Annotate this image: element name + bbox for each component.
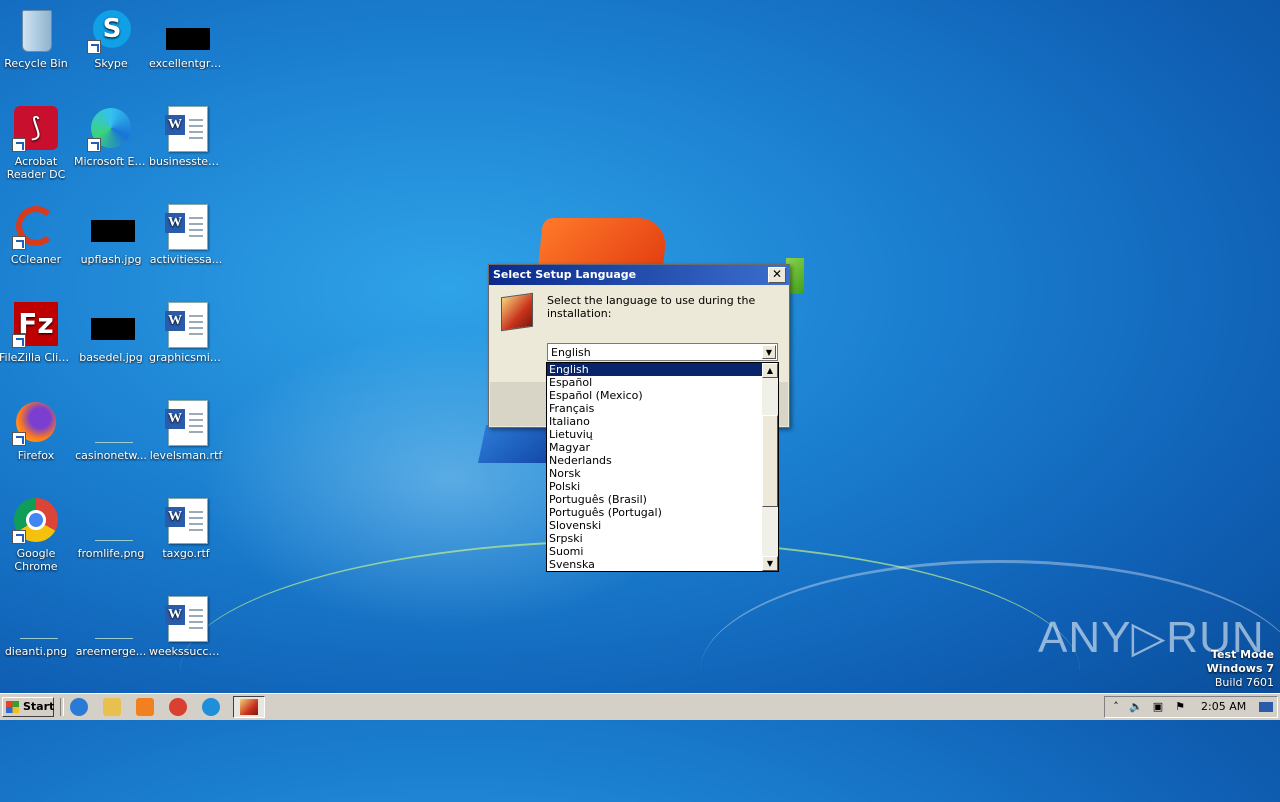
show-desktop-icon[interactable] [1259,702,1273,712]
build-line: Build 7601 [1214,676,1274,689]
taskbar-separator [60,698,64,716]
dropdown-scrollbar[interactable]: ▲ ▼ [762,363,778,571]
setup-icon [501,292,533,332]
desktop-icon-excellentgra[interactable]: excellentgra... [148,2,224,70]
language-option[interactable]: Srpski [547,532,763,545]
explorer-folder-icon[interactable] [103,698,121,716]
action-center-flag-icon[interactable]: ⚑ [1173,700,1187,714]
language-option[interactable]: Español (Mexico) [547,389,763,402]
scroll-up-button[interactable]: ▲ [762,363,778,378]
setup-icon [240,699,258,715]
test-mode-watermark: Test Mode Windows 7 Build 7601 [1207,648,1274,690]
windows-version-line: Windows 7 [1206,662,1274,675]
media-player-icon[interactable] [136,698,154,716]
test-mode-line: Test Mode [1211,648,1274,661]
image-file-icon [87,594,135,642]
recycle-bin-icon [12,6,60,54]
chevron-down-icon[interactable]: ▼ [762,345,776,359]
clock[interactable]: 2:05 AM [1201,700,1246,714]
desktop-icon-taxgo[interactable]: W taxgo.rtf [148,492,224,560]
show-hidden-icons-icon[interactable]: ˄ [1109,700,1123,714]
desktop-icon-graphicsmik[interactable]: W graphicsmik... [148,296,224,364]
image-file-icon [162,6,210,54]
language-option[interactable]: Suomi [547,545,763,558]
close-button[interactable]: ✕ [768,267,786,283]
taskbar: Start ˄ 🔈 ▣ ⚑ 2:05 AM [0,693,1280,720]
desktop-icon-basedel[interactable]: basedel.jpg [73,296,149,364]
word-document-icon: W [162,398,210,446]
dialog-title: Select Setup Language [493,268,637,281]
image-file-icon [87,202,135,250]
internet-explorer-icon[interactable] [70,698,88,716]
language-option[interactable]: Français [547,402,763,415]
wallpaper-curve-2 [700,560,1280,783]
desktop-icon-ccleaner[interactable]: CCleaner [0,198,74,266]
edge-icon[interactable] [202,698,220,716]
windows-logo-blue [477,425,557,463]
desktop-icon-filezilla[interactable]: Fz FileZilla Client [0,296,74,364]
language-option[interactable]: Lietuvių [547,428,763,441]
taskbar-setup-button[interactable] [233,696,265,718]
language-select[interactable]: English ▼ [547,343,778,361]
windows-flag-icon [6,701,19,713]
volume-icon[interactable]: 🔈 [1129,700,1143,714]
language-option[interactable]: Svenska [547,558,763,571]
desktop-icon-skype[interactable]: S Skype [73,2,149,70]
start-label: Start [23,700,55,713]
desktop-icon-dieanti[interactable]: dieanti.png [0,590,74,658]
desktop-icon-acrobat[interactable]: ⟆ Acrobat Reader DC [0,100,74,181]
chrome-icon[interactable] [169,698,187,716]
filezilla-icon: Fz [12,300,60,348]
desktop-icon-areemerge[interactable]: areemerge... [73,590,149,658]
language-option[interactable]: Polski [547,480,763,493]
image-file-icon [12,594,60,642]
dialog-titlebar[interactable]: Select Setup Language ✕ [489,265,789,285]
dialog-prompt: Select the language to use during the in… [547,294,756,320]
word-document-icon: W [162,202,210,250]
language-option[interactable]: Português (Brasil) [547,493,763,506]
skype-icon: S [87,6,135,54]
desktop-icon-businesstes[interactable]: W businesstes... [148,100,224,168]
image-file-icon [87,300,135,348]
word-document-icon: W [162,300,210,348]
language-dropdown-list[interactable]: English Español Español (Mexico) Français It… [546,362,779,572]
desktop-icon-levelsman[interactable]: W levelsman.rtf [148,394,224,462]
desktop-icon-fromlife[interactable]: fromlife.png [73,492,149,560]
network-icon[interactable]: ▣ [1151,700,1165,714]
language-option[interactable]: Magyar [547,441,763,454]
desktop-icon-upflash[interactable]: upflash.jpg [73,198,149,266]
word-document-icon: W [162,496,210,544]
firefox-icon [12,398,60,446]
desktop-icon-weekssucce[interactable]: W weekssucce... [148,590,224,658]
scroll-down-button[interactable]: ▼ [762,556,778,571]
image-file-icon [87,398,135,446]
language-option[interactable]: Español [547,376,763,389]
language-option[interactable]: Português (Portugal) [547,506,763,519]
ccleaner-icon [12,202,60,250]
desktop-icon-edge[interactable]: Microsoft Edge [73,100,149,168]
language-option[interactable]: Italiano [547,415,763,428]
desktop-icon-casinonetw[interactable]: casinonetw... [73,394,149,462]
desktop-icon-recycle-bin[interactable]: Recycle Bin [0,2,74,70]
image-file-icon [87,496,135,544]
edge-icon [87,104,135,152]
acrobat-icon: ⟆ [12,104,60,152]
desktop-icon-firefox[interactable]: Firefox [0,394,74,462]
language-option[interactable]: Nederlands [547,454,763,467]
desktop-icon-chrome[interactable]: Google Chrome [0,492,74,573]
language-option[interactable]: English [547,363,763,376]
system-tray: ˄ 🔈 ▣ ⚑ 2:05 AM [1104,696,1278,718]
scroll-thumb[interactable] [762,415,778,507]
word-document-icon: W [162,594,210,642]
desktop-icon-activitiessa[interactable]: W activitiessa... [148,198,224,266]
word-document-icon: W [162,104,210,152]
start-button[interactable]: Start [2,697,54,717]
language-option[interactable]: Norsk [547,467,763,480]
chrome-icon [12,496,60,544]
language-option[interactable]: Slovenski [547,519,763,532]
language-select-value: English [551,346,591,359]
